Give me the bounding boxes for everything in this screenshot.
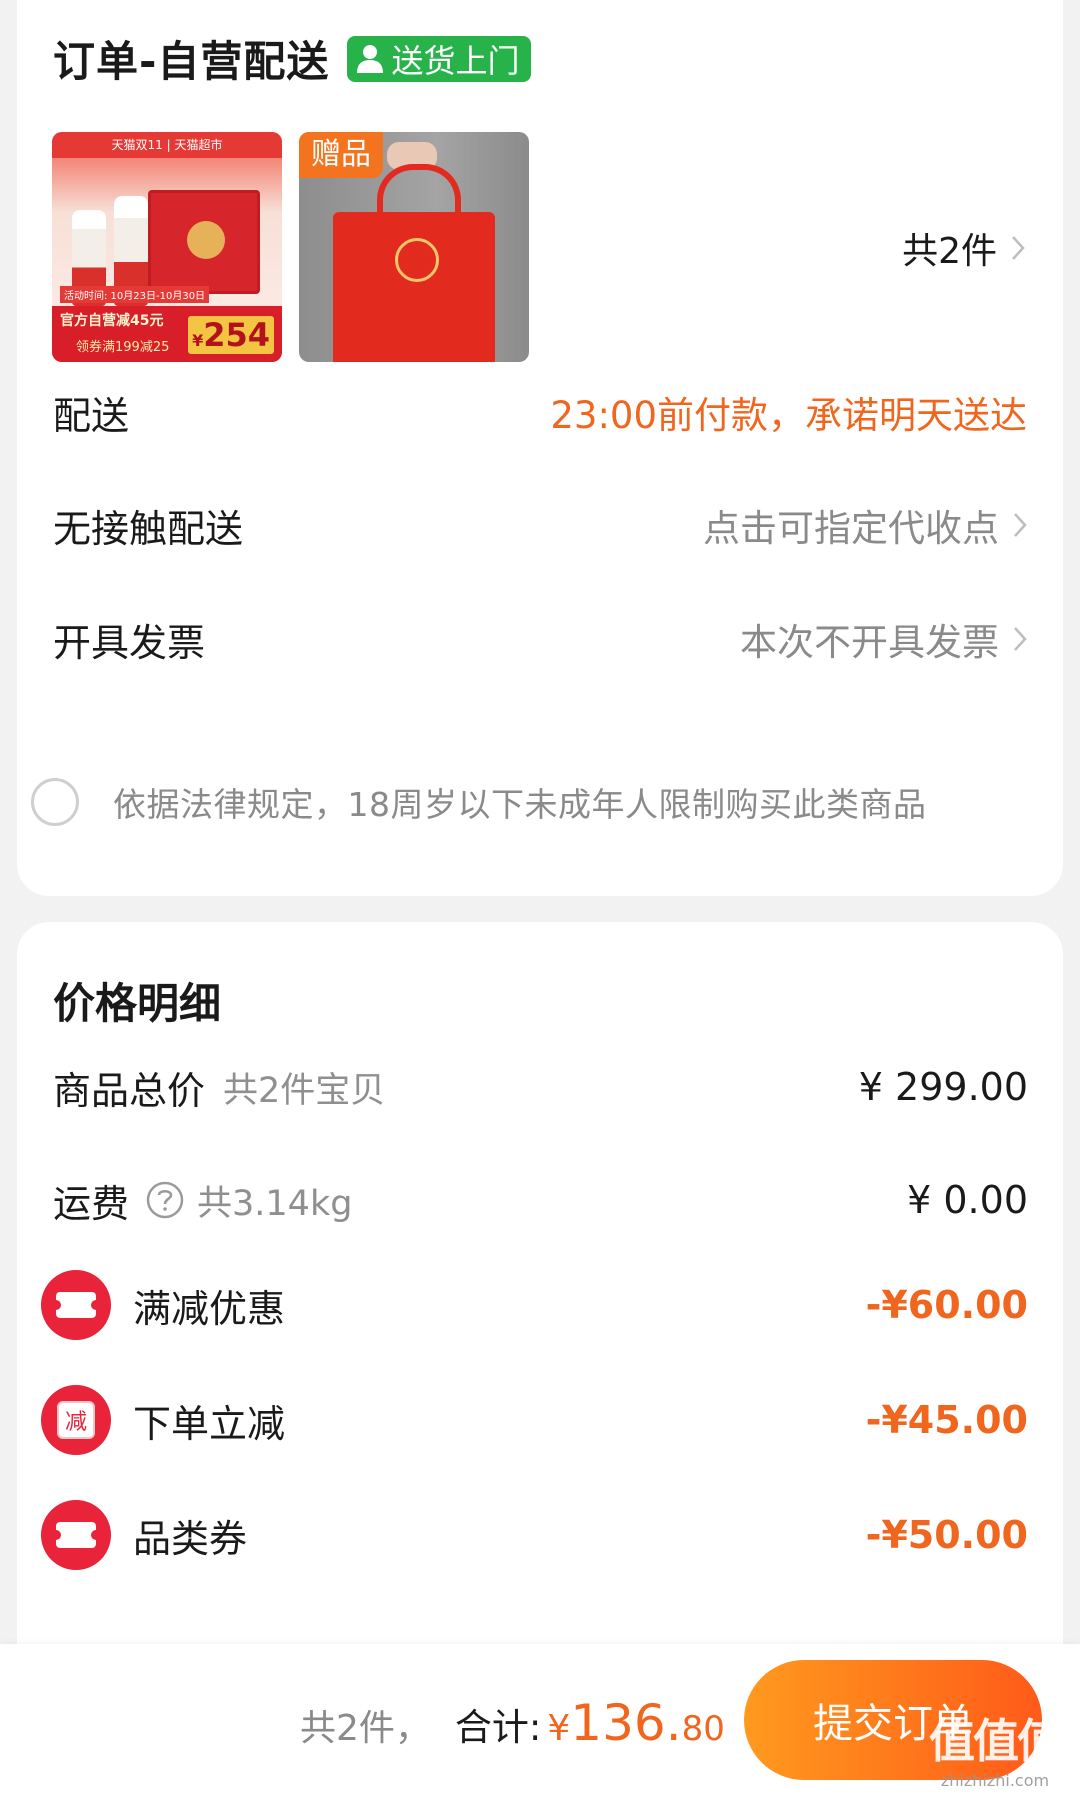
person-icon xyxy=(357,44,384,73)
gift-tag: 赠品 xyxy=(299,132,383,178)
age-consent-radio[interactable] xyxy=(31,778,79,826)
promo-line-1: 官方自营减45元 xyxy=(60,313,164,329)
contactless-delivery-row[interactable]: 无接触配送 点击可指定代收点 xyxy=(53,495,1027,555)
shipping-weight: 共3.14kg xyxy=(197,1183,353,1224)
item-count: 共2件 xyxy=(902,231,997,272)
goods-total-label: 商品总价 xyxy=(53,1068,206,1113)
age-restriction-row: 依据法律规定，18周岁以下未成年人限制购买此类商品 xyxy=(31,778,1043,826)
contactless-label: 无接触配送 xyxy=(53,506,244,551)
total-amount-decimal: 80 xyxy=(681,1709,725,1749)
delivery-row: 配送 23:00前付款，承诺明天送达 xyxy=(53,382,1027,442)
thumb-banner: 天猫双11 | 天猫超市 xyxy=(52,132,282,158)
total-label: 合计: xyxy=(454,1706,542,1749)
total-amount-int: 136. xyxy=(570,1694,682,1752)
age-restriction-notice: 依据法律规定，18周岁以下未成年人限制购买此类商品 xyxy=(113,785,927,824)
jian-icon: 减 xyxy=(41,1385,111,1455)
goods-count: 共2件宝贝 xyxy=(223,1070,386,1111)
invoice-value: 本次不开具发票 xyxy=(740,612,1027,666)
watermark: 值值值 zhizhizhi.com xyxy=(920,1705,1070,1790)
shipping-amount: ¥ 0.00 xyxy=(907,1178,1028,1222)
gift-box-graphic xyxy=(148,190,260,294)
promo-strip: 活动时间: 10月23日-10月30日 官方自营减45元 领券满199减25 ¥… xyxy=(52,286,282,362)
watermark-url: zhizhizhi.com xyxy=(940,1771,1050,1790)
discount-row: 减 下单立减 -¥45.00 xyxy=(41,1385,1028,1455)
contactless-value: 点击可指定代收点 xyxy=(703,498,1027,552)
ticket-icon xyxy=(41,1500,111,1570)
discount-label: 满减优惠 xyxy=(133,1286,286,1331)
discount-row: 满减优惠 -¥60.00 xyxy=(41,1270,1028,1340)
ticket-icon xyxy=(41,1270,111,1340)
delivery-badge: 送货上门 xyxy=(347,35,532,82)
price-detail-title: 价格明细 xyxy=(53,979,222,1028)
order-total: 共2件， 合计: ¥ 136. 80 xyxy=(300,1694,725,1752)
discount-amount: -¥60.00 xyxy=(865,1283,1028,1327)
order-title: 订单-自营配送 xyxy=(53,37,330,86)
goods-total-row: 商品总价 共2件宝贝 ¥ 299.00 xyxy=(53,1057,1028,1117)
delivery-label: 配送 xyxy=(53,393,130,438)
goods-total-amount: ¥ 299.00 xyxy=(858,1065,1028,1109)
checkout-bar: 共2件， 合计: ¥ 136. 80 提交订单 值值值 zhizhizhi.co… xyxy=(0,1644,1080,1796)
discount-row: 品类券 -¥50.00 xyxy=(41,1500,1028,1570)
order-header: 订单-自营配送 送货上门 xyxy=(53,28,532,89)
chevron-right-icon xyxy=(1014,513,1027,537)
gift-bag-graphic xyxy=(333,164,495,362)
invoice-label: 开具发票 xyxy=(53,620,206,665)
chevron-right-icon xyxy=(1012,236,1025,260)
discount-amount: -¥50.00 xyxy=(865,1513,1028,1557)
discount-label: 下单立减 xyxy=(133,1401,286,1446)
promo-line-2: 领券满199减25 xyxy=(76,340,170,355)
watermark-logo: 值值值 xyxy=(929,1714,1063,1768)
shipping-label: 运费 xyxy=(53,1181,130,1226)
product-thumbnails[interactable]: 天猫双11 | 天猫超市 活动时间: 10月23日-10月30日 官方自营减45… xyxy=(52,132,546,362)
shipping-row: 运费 共3.14kg ¥ 0.00 xyxy=(53,1170,1028,1230)
total-item-count: 共2件， xyxy=(300,1708,431,1749)
promo-date: 活动时间: 10月23日-10月30日 xyxy=(60,286,210,303)
discount-amount: -¥45.00 xyxy=(865,1398,1028,1442)
invoice-row[interactable]: 开具发票 本次不开具发票 xyxy=(53,609,1027,669)
item-count-link[interactable]: 共2件 xyxy=(902,222,1025,274)
promo-price: ¥254 xyxy=(188,316,274,354)
total-currency: ¥ xyxy=(547,1708,571,1749)
delivery-promise: 23:00前付款，承诺明天送达 xyxy=(550,394,1027,437)
order-card: 订单-自营配送 送货上门 天猫双11 | 天猫超市 活动时间: 10月23日-1… xyxy=(17,0,1063,896)
delivery-badge-label: 送货上门 xyxy=(391,41,520,80)
product-image-gift-bag[interactable]: 赠品 xyxy=(299,132,529,362)
product-image-baijiu-gift-box[interactable]: 天猫双11 | 天猫超市 活动时间: 10月23日-10月30日 官方自营减45… xyxy=(52,132,282,362)
chevron-right-icon xyxy=(1014,627,1027,651)
help-icon[interactable] xyxy=(145,1180,185,1220)
discount-label: 品类券 xyxy=(133,1516,248,1561)
